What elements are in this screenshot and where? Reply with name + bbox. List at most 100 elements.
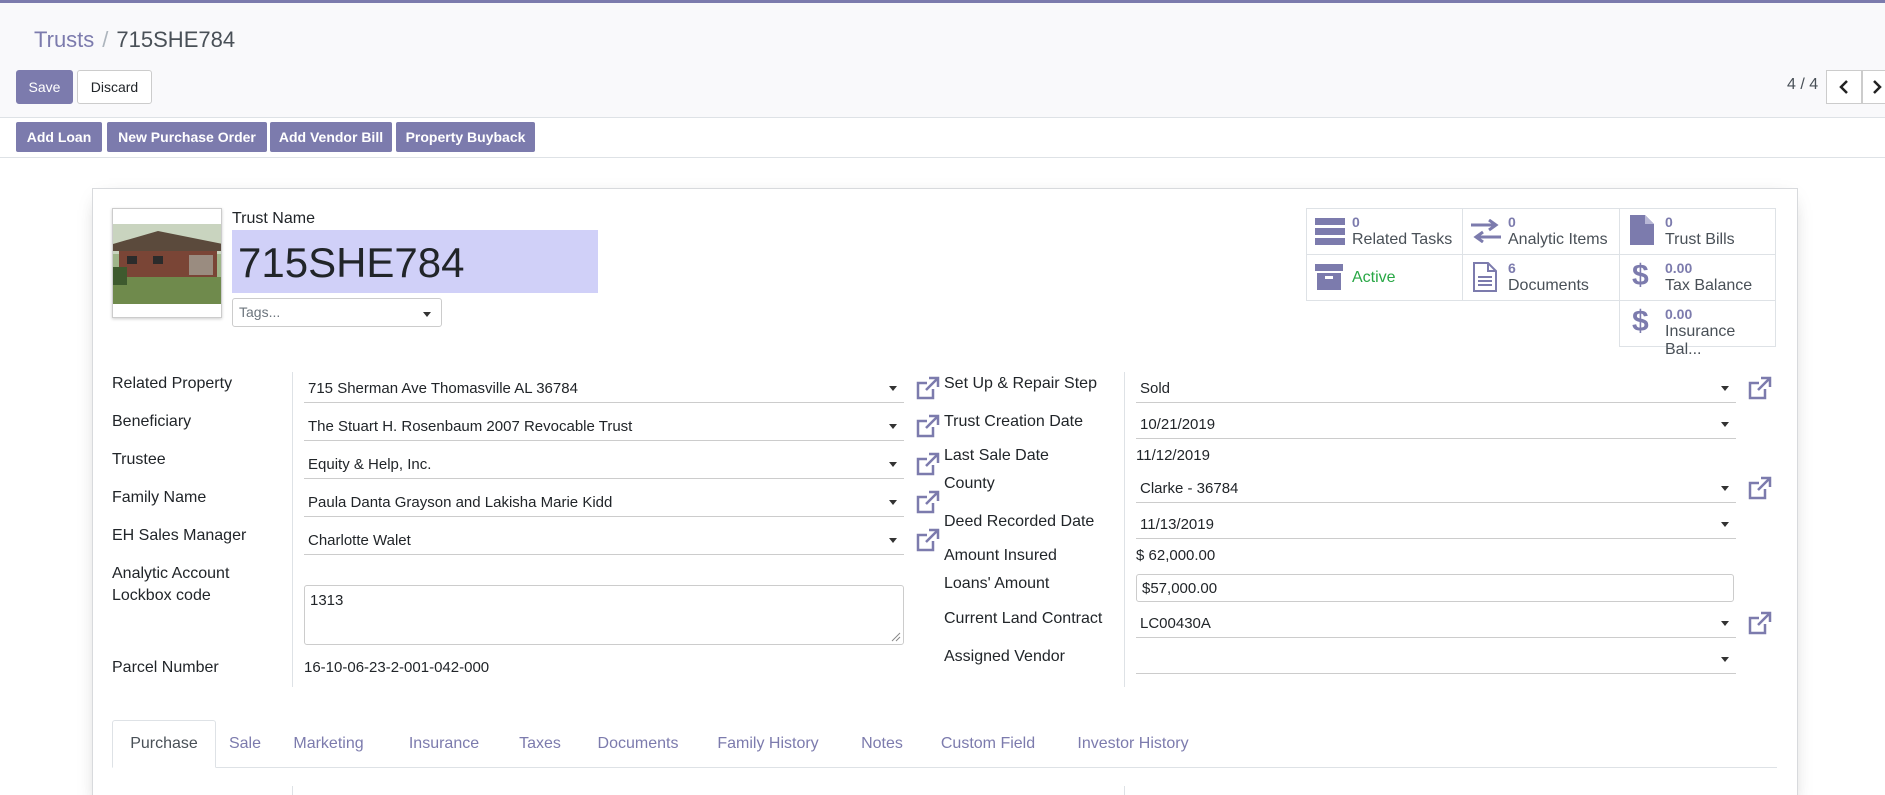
external-link-icon[interactable] [915, 451, 941, 477]
chevron-down-icon [889, 538, 897, 543]
assigned-vendor-select[interactable] [1136, 644, 1736, 674]
repair-step-select[interactable]: Sold [1136, 373, 1736, 403]
breadcrumb: Trusts / 715SHE784 [34, 27, 235, 53]
trust-name-input[interactable]: 715SHE784 [232, 230, 598, 293]
documents-label: Documents [1508, 277, 1589, 294]
deed-recorded-date-input[interactable]: 11/13/2019 [1136, 509, 1736, 539]
family-name-select[interactable]: Paula Danta Grayson and Lakisha Marie Ki… [304, 487, 904, 517]
loans-amount-label: Loans' Amount [944, 575, 1050, 592]
tab-family-history[interactable]: Family History [710, 720, 826, 768]
analytic-items-smart-button[interactable]: 0 Analytic Items [1462, 208, 1620, 255]
dollar-icon: $ [1632, 305, 1649, 338]
tab-documents[interactable]: Documents [593, 720, 683, 768]
insurance-balance-smart-button[interactable]: $ 0.00 Insurance Bal... [1619, 300, 1776, 358]
insurance-balance-label: Insurance Bal... [1665, 323, 1736, 358]
house-photo-image [113, 209, 221, 317]
new-purchase-order-button[interactable]: New Purchase Order [107, 122, 267, 152]
family-name-value: Paula Danta Grayson and Lakisha Marie Ki… [308, 494, 613, 511]
property-buyback-button[interactable]: Property Buyback [396, 122, 535, 152]
save-button[interactable]: Save [16, 70, 73, 104]
last-sale-date-value: 11/12/2019 [1136, 447, 1210, 464]
chevron-down-icon [889, 500, 897, 505]
amount-insured-label: Amount Insured [944, 547, 1057, 564]
related-property-value: 715 Sherman Ave Thomasville AL 36784 [308, 380, 578, 397]
land-contract-label: Current Land Contract [944, 610, 1103, 627]
documents-smart-button[interactable]: 6 Documents [1462, 254, 1620, 301]
tax-balance-smart-button[interactable]: $ 0.00 Tax Balance [1619, 254, 1776, 301]
related-property-label: Related Property [112, 375, 233, 392]
deed-recorded-date-value: 11/13/2019 [1140, 516, 1214, 533]
external-link-icon[interactable] [1747, 610, 1773, 636]
property-photo[interactable] [112, 208, 222, 318]
chevron-down-icon [1721, 522, 1729, 527]
repair-step-value: Sold [1140, 380, 1171, 397]
resize-handle-icon[interactable] [891, 632, 901, 642]
chevron-down-icon [889, 424, 897, 429]
external-link-icon[interactable] [1747, 475, 1773, 501]
tab-sale[interactable]: Sale [220, 720, 270, 768]
external-link-icon[interactable] [1747, 375, 1773, 401]
tab-investor-history[interactable]: Investor History [1068, 720, 1198, 768]
repair-step-label: Set Up & Repair Step [944, 375, 1097, 392]
tab-custom-field[interactable]: Custom Field [936, 720, 1040, 768]
beneficiary-select[interactable]: The Stuart H. Rosenbaum 2007 Revocable T… [304, 411, 904, 441]
land-contract-select[interactable]: LC00430A [1136, 608, 1736, 638]
assigned-vendor-label: Assigned Vendor [944, 648, 1065, 665]
tab-purchase[interactable]: Purchase [112, 720, 216, 768]
external-link-icon[interactable] [915, 413, 941, 439]
pager-value: 4 / 4 [1787, 76, 1819, 93]
chevron-down-icon [889, 386, 897, 391]
trustee-label: Trustee [112, 451, 166, 468]
tab-notes[interactable]: Notes [854, 720, 910, 768]
analytic-items-count: 0 [1508, 214, 1516, 230]
last-sale-date-label: Last Sale Date [944, 447, 1049, 464]
tab-content-left-divider [292, 786, 293, 795]
creation-date-value: 10/21/2019 [1140, 416, 1216, 433]
related-tasks-smart-button[interactable]: 0 Related Tasks [1306, 208, 1463, 255]
loans-amount-input[interactable]: $57,000.00 [1136, 574, 1734, 602]
county-select[interactable]: Clarke - 36784 [1136, 473, 1736, 503]
tab-taxes[interactable]: Taxes [512, 720, 568, 768]
insurance-balance-amount: 0.00 [1665, 306, 1693, 322]
trust-name-label: Trust Name [232, 210, 315, 227]
active-status-label: Active [1352, 269, 1396, 286]
deed-recorded-date-label: Deed Recorded Date [944, 513, 1095, 530]
chevron-down-icon [1721, 486, 1729, 491]
related-tasks-label: Related Tasks [1352, 231, 1453, 248]
external-link-icon[interactable] [915, 527, 941, 553]
chevron-right-icon [1873, 80, 1882, 94]
control-panel: Trusts / 715SHE784 Save Discard 4 / 4 [0, 3, 1885, 118]
trust-bills-smart-button[interactable]: 0 Trust Bills [1619, 208, 1776, 255]
loans-amount-value: $57,000.00 [1142, 580, 1218, 597]
pager-previous-button[interactable] [1826, 70, 1862, 104]
tab-insurance[interactable]: Insurance [404, 720, 484, 768]
family-name-label: Family Name [112, 489, 207, 506]
trustee-select[interactable]: Equity & Help, Inc. [304, 449, 904, 479]
sales-manager-select[interactable]: Charlotte Walet [304, 525, 904, 555]
analytic-items-label: Analytic Items [1508, 231, 1608, 248]
trust-name-value: 715SHE784 [238, 239, 465, 286]
external-link-icon[interactable] [915, 375, 941, 401]
lockbox-code-value: 1313 [310, 592, 344, 609]
trust-bills-count: 0 [1665, 214, 1673, 230]
pager-next-button[interactable] [1862, 70, 1885, 104]
tags-placeholder: Tags... [239, 304, 281, 320]
lockbox-code-textarea[interactable]: 1313 [304, 585, 904, 645]
county-value: Clarke - 36784 [1140, 480, 1239, 497]
creation-date-input[interactable]: 10/21/2019 [1136, 409, 1736, 439]
external-link-icon[interactable] [915, 489, 941, 515]
discard-button[interactable]: Discard [77, 70, 152, 104]
breadcrumb-trusts-link[interactable]: Trusts [34, 27, 94, 52]
chevron-down-icon [1721, 422, 1729, 427]
tab-marketing[interactable]: Marketing [286, 720, 371, 768]
tab-content-right-divider [1124, 786, 1125, 795]
add-vendor-bill-button[interactable]: Add Vendor Bill [270, 122, 392, 152]
county-label: County [944, 475, 995, 492]
tasks-icon [1315, 218, 1345, 245]
related-property-select[interactable]: 715 Sherman Ave Thomasville AL 36784 [304, 373, 904, 403]
beneficiary-value: The Stuart H. Rosenbaum 2007 Revocable T… [308, 418, 633, 435]
tags-input[interactable]: Tags... [232, 298, 442, 327]
active-toggle-button[interactable]: Active [1306, 254, 1463, 301]
add-loan-button[interactable]: Add Loan [16, 122, 102, 152]
form-header: Add Loan New Purchase Order Add Vendor B… [0, 118, 1885, 158]
